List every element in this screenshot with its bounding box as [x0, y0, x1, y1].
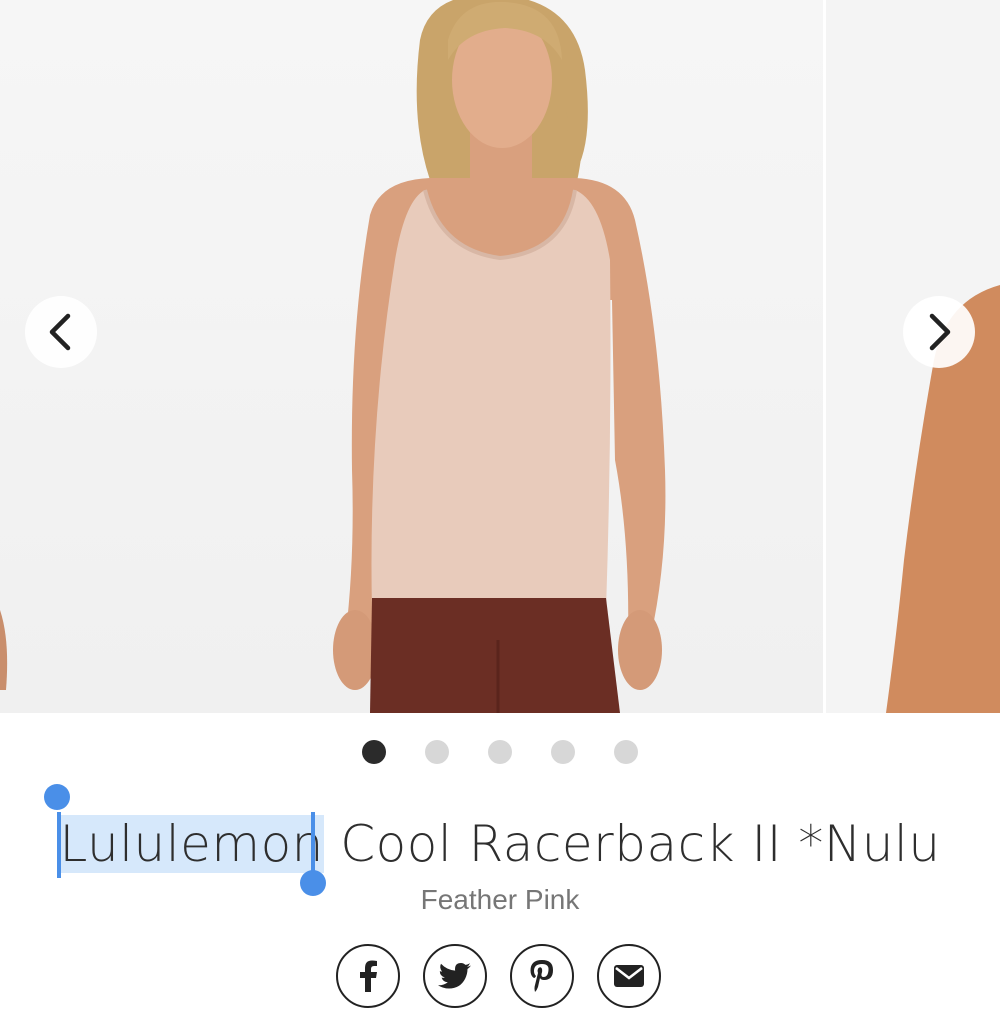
product-image-carousel[interactable]	[0, 0, 1000, 713]
carousel-prev-button[interactable]	[25, 296, 97, 368]
share-pinterest-button[interactable]	[510, 944, 574, 1008]
share-twitter-button[interactable]	[423, 944, 487, 1008]
share-buttons	[0, 944, 1000, 1014]
chevron-right-icon	[929, 313, 951, 351]
chevron-left-icon	[49, 313, 71, 351]
pagination-dot-2[interactable]	[425, 740, 449, 764]
selection-start-caret[interactable]	[57, 812, 62, 878]
share-email-button[interactable]	[597, 944, 661, 1008]
pagination-dot-4[interactable]	[551, 740, 575, 764]
product-color-name: Feather Pink	[420, 884, 580, 915]
selection-end-caret[interactable]	[311, 812, 316, 878]
twitter-icon	[438, 963, 471, 989]
pagination-dot-1[interactable]	[362, 740, 386, 764]
product-color-row: Feather Pink	[0, 884, 1000, 916]
carousel-next-button[interactable]	[903, 296, 975, 368]
selection-start-handle[interactable]	[44, 784, 71, 810]
pagination-dot-3[interactable]	[488, 740, 512, 764]
selected-text-brand[interactable]: Lululemon	[59, 815, 324, 873]
product-title-rest: Cool Racerback II *Nulu	[323, 815, 941, 873]
product-title-row: Lululemon Cool Racerback II *Nulu	[0, 784, 1000, 896]
email-icon	[614, 965, 644, 987]
pagination-dot-5[interactable]	[614, 740, 638, 764]
product-title[interactable]: Lululemon Cool Racerback II *Nulu	[44, 784, 941, 896]
facebook-icon	[360, 960, 377, 992]
carousel-pagination	[0, 740, 1000, 764]
pinterest-icon	[530, 960, 553, 992]
model-photo	[0, 0, 666, 713]
share-facebook-button[interactable]	[336, 944, 400, 1008]
product-image-main	[0, 0, 823, 713]
